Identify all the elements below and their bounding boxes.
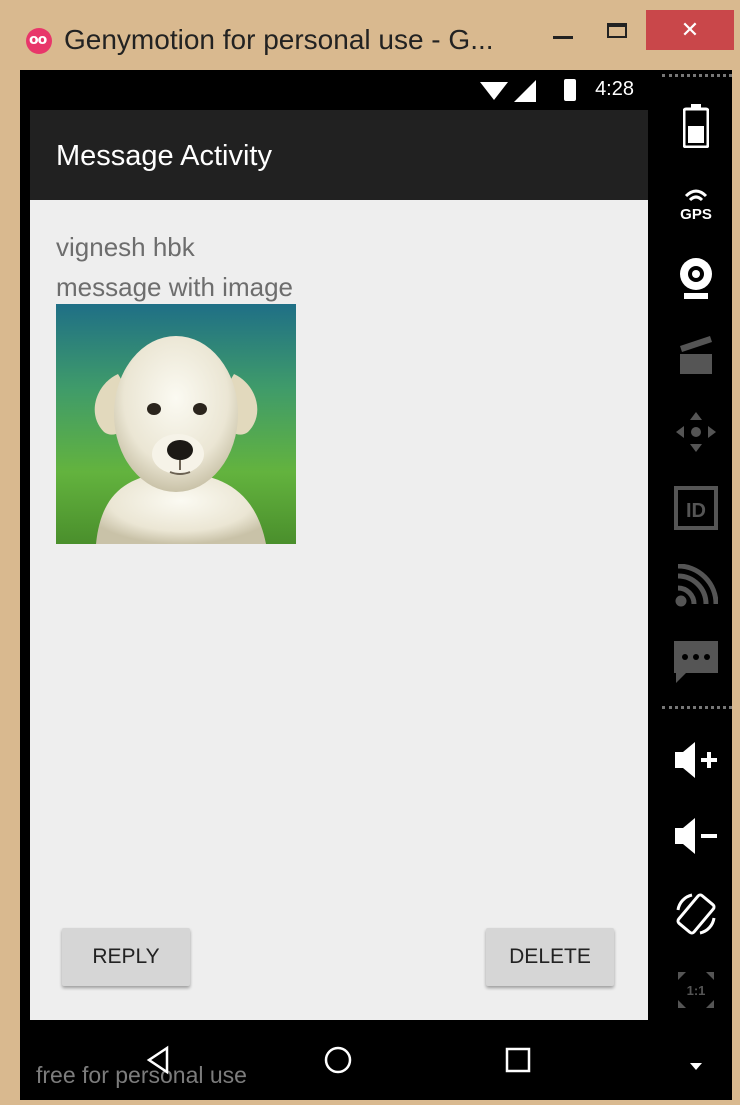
sms-icon[interactable] — [668, 634, 724, 690]
battery-icon[interactable] — [668, 98, 724, 154]
webcam-icon[interactable] — [668, 250, 724, 306]
navigation-bar: free for personal use — [30, 1020, 648, 1100]
more-icon[interactable] — [668, 1038, 724, 1094]
puppy-photo — [56, 304, 296, 544]
status-time: 4:28 — [595, 78, 634, 100]
volume-up-icon[interactable] — [668, 732, 724, 788]
message-sender: vignesh hbk — [56, 232, 195, 262]
back-button[interactable] — [128, 1038, 188, 1082]
home-button[interactable] — [308, 1038, 368, 1082]
maximize-icon — [607, 22, 627, 38]
capture-icon[interactable] — [668, 326, 724, 382]
device-id-label: ID — [686, 500, 706, 522]
genymotion-logo-icon: oo — [26, 28, 52, 54]
wifi-icon — [480, 82, 508, 100]
message-content: vignesh hbk message with image REPLY DEL… — [30, 200, 648, 1020]
signal-icon — [514, 80, 536, 102]
gps-label: GPS — [680, 206, 712, 222]
recents-icon — [505, 1047, 531, 1073]
battery-status-icon — [564, 79, 576, 101]
dpad-icon[interactable] — [668, 404, 724, 460]
device-id-icon[interactable]: ID — [668, 480, 724, 536]
close-icon: ✕ — [680, 17, 700, 43]
volume-down-icon[interactable] — [668, 808, 724, 864]
app-bar: Message Activity — [30, 110, 648, 200]
status-bar: 4:28 — [30, 70, 648, 110]
close-button[interactable]: ✕ — [646, 10, 734, 50]
emulator-sidebar: GPS ID 1:1 — [660, 70, 732, 1100]
rotate-icon[interactable] — [668, 886, 724, 942]
emulator-window: oo Genymotion for personal use - G... ✕ … — [0, 0, 740, 1105]
minimize-icon — [553, 35, 573, 39]
scale-label: 1:1 — [687, 983, 706, 998]
gps-icon[interactable]: GPS — [668, 174, 724, 230]
divider — [662, 706, 732, 709]
scale-icon[interactable]: 1:1 — [668, 962, 724, 1018]
delete-button[interactable]: DELETE — [486, 928, 614, 986]
network-icon[interactable] — [668, 558, 724, 614]
window-titlebar: oo Genymotion for personal use - G... ✕ — [10, 10, 734, 68]
divider — [662, 74, 732, 77]
message-body: message with image — [56, 272, 293, 302]
page-title: Message Activity — [56, 140, 272, 172]
maximize-button[interactable] — [594, 10, 640, 50]
back-icon — [146, 1045, 169, 1075]
home-icon — [324, 1046, 352, 1074]
window-title: Genymotion for personal use - G... — [64, 24, 494, 55]
recents-button[interactable] — [488, 1038, 548, 1082]
reply-button[interactable]: REPLY — [62, 928, 190, 986]
minimize-button[interactable] — [540, 10, 586, 50]
